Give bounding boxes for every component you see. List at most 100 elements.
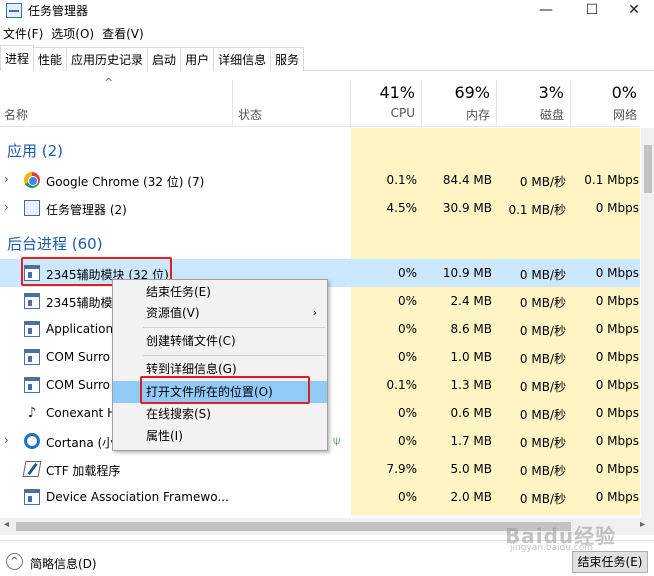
tab-app-history[interactable]: 应用历史记录 bbox=[66, 47, 149, 71]
column-network[interactable]: 0% 网络 bbox=[573, 72, 643, 123]
vertical-scroll-thumb[interactable] bbox=[644, 145, 652, 193]
menu-search-online[interactable]: 在线搜索(S) bbox=[113, 403, 327, 425]
column-cpu[interactable]: 41% CPU bbox=[351, 72, 421, 120]
column-disk[interactable]: 3% 磁盘 bbox=[500, 72, 570, 123]
tab-users[interactable]: 用户 bbox=[180, 47, 215, 71]
table-row[interactable]: › 任务管理器 (2) 4.5% 30.9 MB 0.1 MB/秒 0 Mbps bbox=[0, 194, 640, 222]
tab-startup[interactable]: 启动 bbox=[147, 47, 182, 71]
menu-separator bbox=[143, 355, 325, 356]
memory-label: 内存 bbox=[465, 108, 490, 122]
task-manager-icon bbox=[6, 3, 22, 18]
process-name: 任务管理器 (2) bbox=[46, 203, 127, 217]
network-label: 网络 bbox=[612, 108, 637, 122]
vertical-scrollbar[interactable] bbox=[641, 128, 654, 518]
menu-item-label: 属性(I) bbox=[146, 429, 183, 443]
cortana-icon bbox=[24, 433, 40, 449]
process-name: COM Surro bbox=[46, 378, 110, 392]
horizontal-scroll-thumb[interactable] bbox=[16, 522, 571, 531]
memory-value: 8.6 MB bbox=[450, 322, 492, 336]
memory-value: 0.6 MB bbox=[450, 406, 492, 420]
expand-chevron-icon[interactable]: › bbox=[4, 200, 9, 214]
disk-value: 0 MB/秒 bbox=[519, 492, 566, 506]
disk-percent: 3% bbox=[538, 83, 564, 102]
column-name[interactable]: 名称 bbox=[4, 106, 28, 123]
column-divider[interactable] bbox=[496, 80, 497, 126]
maximize-button[interactable]: ☐ bbox=[572, 0, 612, 22]
process-name: Device Association Framewo... bbox=[46, 490, 229, 504]
cpu-value: 7.9% bbox=[386, 462, 418, 476]
suspended-leaf-icon: ⍦ bbox=[333, 433, 341, 447]
network-value: 0 Mbps bbox=[595, 266, 639, 280]
watermark-url: jingyan.baidu.com bbox=[510, 543, 594, 553]
cpu-value: 0% bbox=[397, 350, 417, 364]
table-row[interactable]: › Google Chrome (32 位) (7) 0.1% 84.4 MB … bbox=[0, 166, 640, 194]
process-name: COM Surro bbox=[46, 350, 110, 364]
disk-value: 0 MB/秒 bbox=[519, 296, 566, 310]
menu-view[interactable]: 查看(V) bbox=[99, 24, 149, 44]
chrome-icon bbox=[24, 172, 40, 188]
disk-value: 0 MB/秒 bbox=[519, 324, 566, 338]
menu-file[interactable]: 文件(F) bbox=[0, 24, 48, 44]
menu-end-task[interactable]: 结束任务(E) bbox=[113, 281, 327, 303]
disk-value: 0 MB/秒 bbox=[519, 175, 566, 189]
network-value: 0 Mbps bbox=[595, 294, 639, 308]
column-header: ^ 名称 状态 41% CPU 69% 内存 3% 磁盘 0% 网络 bbox=[0, 72, 640, 127]
scroll-left-icon[interactable]: ◂ bbox=[4, 519, 9, 530]
minimize-button[interactable]: — bbox=[526, 0, 566, 22]
end-task-button[interactable]: 结束任务(E) bbox=[572, 551, 648, 573]
group-title-apps: 应用 (2) bbox=[7, 142, 64, 160]
window-title: 任务管理器 bbox=[28, 4, 89, 18]
task-manager-icon bbox=[24, 200, 40, 216]
column-divider[interactable] bbox=[232, 80, 233, 126]
network-value: 0.1 Mbps bbox=[584, 173, 639, 187]
column-divider[interactable] bbox=[421, 80, 422, 126]
tab-services[interactable]: 服务 bbox=[270, 47, 305, 71]
memory-percent: 69% bbox=[454, 83, 490, 102]
title-bar: 任务管理器 — ☐ ✕ bbox=[0, 0, 654, 22]
network-percent: 0% bbox=[611, 83, 637, 102]
process-name: Cortana (小 bbox=[46, 436, 115, 450]
menu-bar: 文件(F) 选项(O) 查看(V) bbox=[0, 24, 149, 44]
sort-arrow-icon: ^ bbox=[104, 76, 114, 89]
column-divider[interactable] bbox=[570, 80, 571, 126]
cpu-value: 0% bbox=[397, 322, 417, 336]
network-value: 0 Mbps bbox=[595, 378, 639, 392]
cpu-value: 0% bbox=[397, 294, 417, 308]
tab-details[interactable]: 详细信息 bbox=[213, 47, 272, 71]
scroll-right-icon[interactable]: ▸ bbox=[640, 519, 645, 530]
menu-options[interactable]: 选项(O) bbox=[48, 24, 99, 44]
column-status[interactable]: 状态 bbox=[238, 106, 262, 123]
table-row[interactable]: CTF 加载程序 7.9% 5.0 MB 0 MB/秒 0 Mbps bbox=[0, 455, 640, 483]
window-icon bbox=[24, 321, 40, 337]
process-name: Application bbox=[46, 322, 114, 336]
tab-processes[interactable]: 进程 bbox=[0, 45, 35, 71]
disk-value: 0 MB/秒 bbox=[519, 380, 566, 394]
menu-properties[interactable]: 属性(I) bbox=[113, 425, 327, 447]
menu-create-dump[interactable]: 创建转储文件(C) bbox=[113, 330, 327, 352]
menu-item-label: 转到详细信息(G) bbox=[146, 362, 237, 376]
disk-value: 0.1 MB/秒 bbox=[508, 203, 566, 217]
collapse-up-icon[interactable]: ^ bbox=[6, 553, 23, 570]
table-row[interactable]: Device Association Framewo... 0% 2.0 MB … bbox=[0, 483, 640, 511]
menu-item-label: 在线搜索(S) bbox=[146, 407, 211, 421]
expand-chevron-icon[interactable]: › bbox=[4, 433, 9, 447]
window-icon bbox=[24, 349, 40, 365]
network-value: 0 Mbps bbox=[595, 201, 639, 215]
network-value: 0 Mbps bbox=[595, 462, 639, 476]
fewer-details-link[interactable]: 简略信息(D) bbox=[30, 555, 97, 572]
menu-item-label: 资源值(V) bbox=[146, 306, 200, 320]
process-name: 2345辅助模 bbox=[46, 296, 113, 310]
memory-value: 84.4 MB bbox=[442, 173, 492, 187]
network-value: 0 Mbps bbox=[595, 406, 639, 420]
disk-value: 0 MB/秒 bbox=[519, 464, 566, 478]
memory-value: 30.9 MB bbox=[442, 201, 492, 215]
menu-resource-values[interactable]: 资源值(V) › bbox=[113, 302, 327, 324]
network-value: 0 Mbps bbox=[595, 350, 639, 364]
close-button[interactable]: ✕ bbox=[614, 0, 654, 22]
expand-chevron-icon[interactable]: › bbox=[4, 172, 9, 186]
column-memory[interactable]: 69% 内存 bbox=[426, 72, 496, 123]
cpu-value: 0.1% bbox=[386, 173, 418, 187]
disk-value: 0 MB/秒 bbox=[519, 268, 566, 282]
cpu-value: 0% bbox=[397, 406, 417, 420]
tab-performance[interactable]: 性能 bbox=[33, 47, 68, 71]
